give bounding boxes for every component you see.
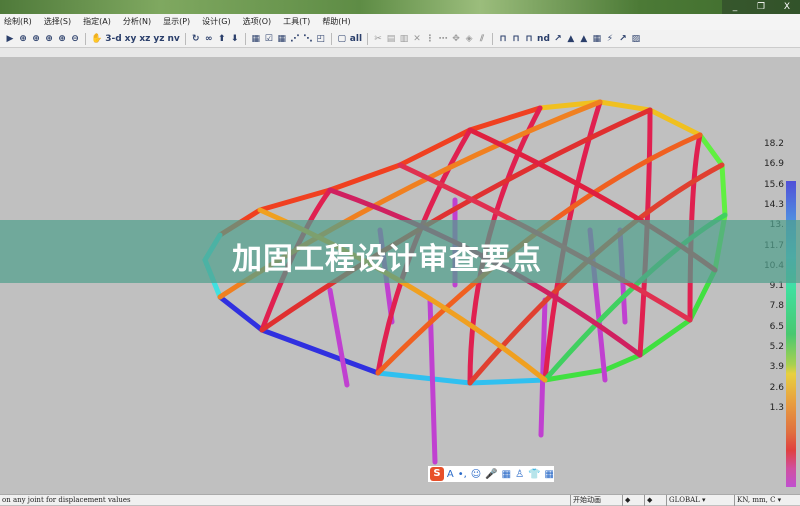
status-bar: on any joint for displacement values 开始动… xyxy=(0,494,800,506)
ime-tool-icon[interactable]: 👕 xyxy=(528,469,540,480)
toolbar-button[interactable]: ▲ xyxy=(579,34,589,44)
coord-value: GLOBAL xyxy=(669,496,700,504)
status-message: on any joint for displacement values xyxy=(2,496,131,504)
toolbar-button[interactable]: ⊖ xyxy=(70,34,80,44)
legend-label: 16.9 xyxy=(763,159,784,170)
toolbar-button[interactable]: ✕ xyxy=(412,34,422,44)
toolbar-button[interactable]: ◈ xyxy=(464,34,474,44)
legend-label: 3.9 xyxy=(769,362,784,373)
toolbar-button[interactable]: ⋮ xyxy=(425,34,435,44)
toolbar-button[interactable]: ⊕ xyxy=(31,34,41,44)
toolbar-button[interactable]: ⊓ xyxy=(511,34,521,44)
toolbar-button[interactable]: ⋯ xyxy=(438,34,448,44)
menu-item[interactable]: 工具(T) xyxy=(283,14,310,30)
toolbar-button[interactable]: ☑ xyxy=(264,34,274,44)
toolbar-separator xyxy=(184,32,186,45)
animate-button[interactable]: 开始动画 xyxy=(570,495,620,506)
menu-item[interactable]: 选项(O) xyxy=(243,14,272,30)
ime-tool-icon[interactable]: ▦ xyxy=(502,469,511,480)
menu-item[interactable]: 指定(A) xyxy=(83,14,111,30)
ime-toolbar: S A •, ☺ 🎤 ▦ ♙ 👕 ▦ xyxy=(428,466,554,482)
toolbar-button[interactable]: ⋰ xyxy=(290,34,300,44)
legend-label: 7.8 xyxy=(769,301,784,312)
legend-label: 2.6 xyxy=(769,382,784,393)
tab-strip xyxy=(0,48,800,57)
ime-tool-icon[interactable]: ☺ xyxy=(471,469,481,480)
toolbar-button[interactable]: ↻ xyxy=(191,34,201,44)
toolbar-button[interactable]: ▢ xyxy=(337,34,347,44)
menu-item[interactable]: 选择(S) xyxy=(44,14,71,30)
outer-ring xyxy=(375,370,548,386)
ime-tool-icon[interactable]: ▦ xyxy=(545,469,554,480)
toolbar-button[interactable]: ▦ xyxy=(277,34,287,44)
toolbar-separator xyxy=(492,32,494,45)
toolbar-button[interactable]: ▦ xyxy=(251,34,261,44)
toolbar-button[interactable]: ⊓ xyxy=(524,34,534,44)
toolbar-button[interactable]: yz xyxy=(153,34,164,44)
toolbar-button[interactable]: xy xyxy=(125,34,137,44)
toolbar-button[interactable]: ◰ xyxy=(316,34,326,44)
ime-tool-icon[interactable]: 🎤 xyxy=(485,469,497,480)
units-select[interactable]: KN, mm, C ▾ xyxy=(734,495,800,506)
toolbar-button[interactable]: ⊕ xyxy=(57,34,67,44)
toolbar-button[interactable]: ⬇ xyxy=(230,34,240,44)
toolbar-button[interactable]: ↗ xyxy=(553,34,563,44)
toolbar-button[interactable]: nv xyxy=(168,34,180,44)
toolbar-button[interactable]: 3-d xyxy=(105,34,121,44)
banner-title: 加固工程设计审查要点 xyxy=(232,242,542,277)
toolbar-button[interactable]: ⋱ xyxy=(303,34,313,44)
units-value: KN, mm, C xyxy=(737,496,776,504)
legend-label: 15.6 xyxy=(763,179,784,190)
ime-tool-icon[interactable]: A xyxy=(447,469,454,480)
toolbar-button[interactable]: nd xyxy=(537,34,550,44)
toolbar-button[interactable]: ▦ xyxy=(592,34,602,44)
toolbar-button[interactable]: ✂ xyxy=(373,34,383,44)
title-bar: _ ❐ X xyxy=(0,0,800,14)
next-frame-button[interactable]: ◆ xyxy=(644,495,664,506)
menu-item[interactable]: 帮助(H) xyxy=(322,14,350,30)
toolbar-button[interactable]: ⚡ xyxy=(605,34,615,44)
menu-bar: 绘制(R) 选择(S) 指定(A) 分析(N) 显示(P) 设计(G) 选项(O) 工具(T)… xyxy=(0,14,800,30)
toolbar-button[interactable]: ∞ xyxy=(204,34,214,44)
legend-label: 18.2 xyxy=(763,139,784,149)
window-controls: _ ❐ X xyxy=(722,0,800,14)
menu-item[interactable]: 分析(N) xyxy=(123,14,151,30)
toolbar-button[interactable]: ▥ xyxy=(399,34,409,44)
menu-item[interactable]: 绘制(R) xyxy=(4,14,32,30)
legend-label: 5.2 xyxy=(769,342,784,352)
toolbar-button[interactable]: ↗ xyxy=(618,34,628,44)
toolbar-button[interactable]: xz xyxy=(139,34,150,44)
outer-ring xyxy=(217,294,381,376)
toolbar-button[interactable]: ✋ xyxy=(91,34,102,44)
sogou-logo-icon[interactable]: S xyxy=(430,467,444,481)
toolbar-separator xyxy=(85,32,86,45)
toolbar-button[interactable]: ⊓ xyxy=(498,34,508,44)
toolbar-button[interactable]: ▨ xyxy=(631,34,641,44)
toolbar-button[interactable]: all xyxy=(350,34,362,44)
toolbar-button[interactable]: ⫽ xyxy=(477,34,487,44)
toolbar-button[interactable]: ⊕ xyxy=(18,34,28,44)
ime-tool-icon[interactable]: •, xyxy=(458,469,467,480)
coord-system-select[interactable]: GLOBAL ▾ xyxy=(666,495,732,506)
toolbar-button[interactable]: ⬆ xyxy=(217,34,227,44)
prev-frame-button[interactable]: ◆ xyxy=(622,495,642,506)
legend-label: 6.5 xyxy=(769,321,784,332)
toolbar-button[interactable]: ▲ xyxy=(566,34,576,44)
toolbar-button[interactable]: ⊕ xyxy=(44,34,54,44)
toolbar-button[interactable]: ✥ xyxy=(451,34,461,44)
toolbar-separator xyxy=(330,32,332,45)
toolbar-button[interactable]: ▶ xyxy=(5,34,15,44)
minimize-button[interactable]: _ xyxy=(722,0,748,14)
toolbar-separator xyxy=(367,32,369,45)
toolbar-button[interactable]: ▤ xyxy=(386,34,396,44)
toolbar: ▶ ⊕ ⊕ ⊕ ⊕ ⊖ ✋ 3-d xy xz yz nv ↻ ∞ ⬆ ⬇ ▦ ☑ ▦ ⋰ ⋱ ◰ ▢ all ✂ ▤ ▥ ✕ ⋮ ⋯ ✥ ◈… xyxy=(0,30,800,48)
ime-tool-icon[interactable]: ♙ xyxy=(515,469,524,480)
restore-button[interactable]: ❐ xyxy=(748,0,774,14)
toolbar-separator xyxy=(244,32,246,45)
legend-label: 14.3 xyxy=(763,199,784,210)
legend-label: 1.3 xyxy=(769,402,784,413)
menu-item[interactable]: 显示(P) xyxy=(163,14,190,30)
close-button[interactable]: X xyxy=(774,0,800,14)
menu-item[interactable]: 设计(G) xyxy=(202,14,230,30)
